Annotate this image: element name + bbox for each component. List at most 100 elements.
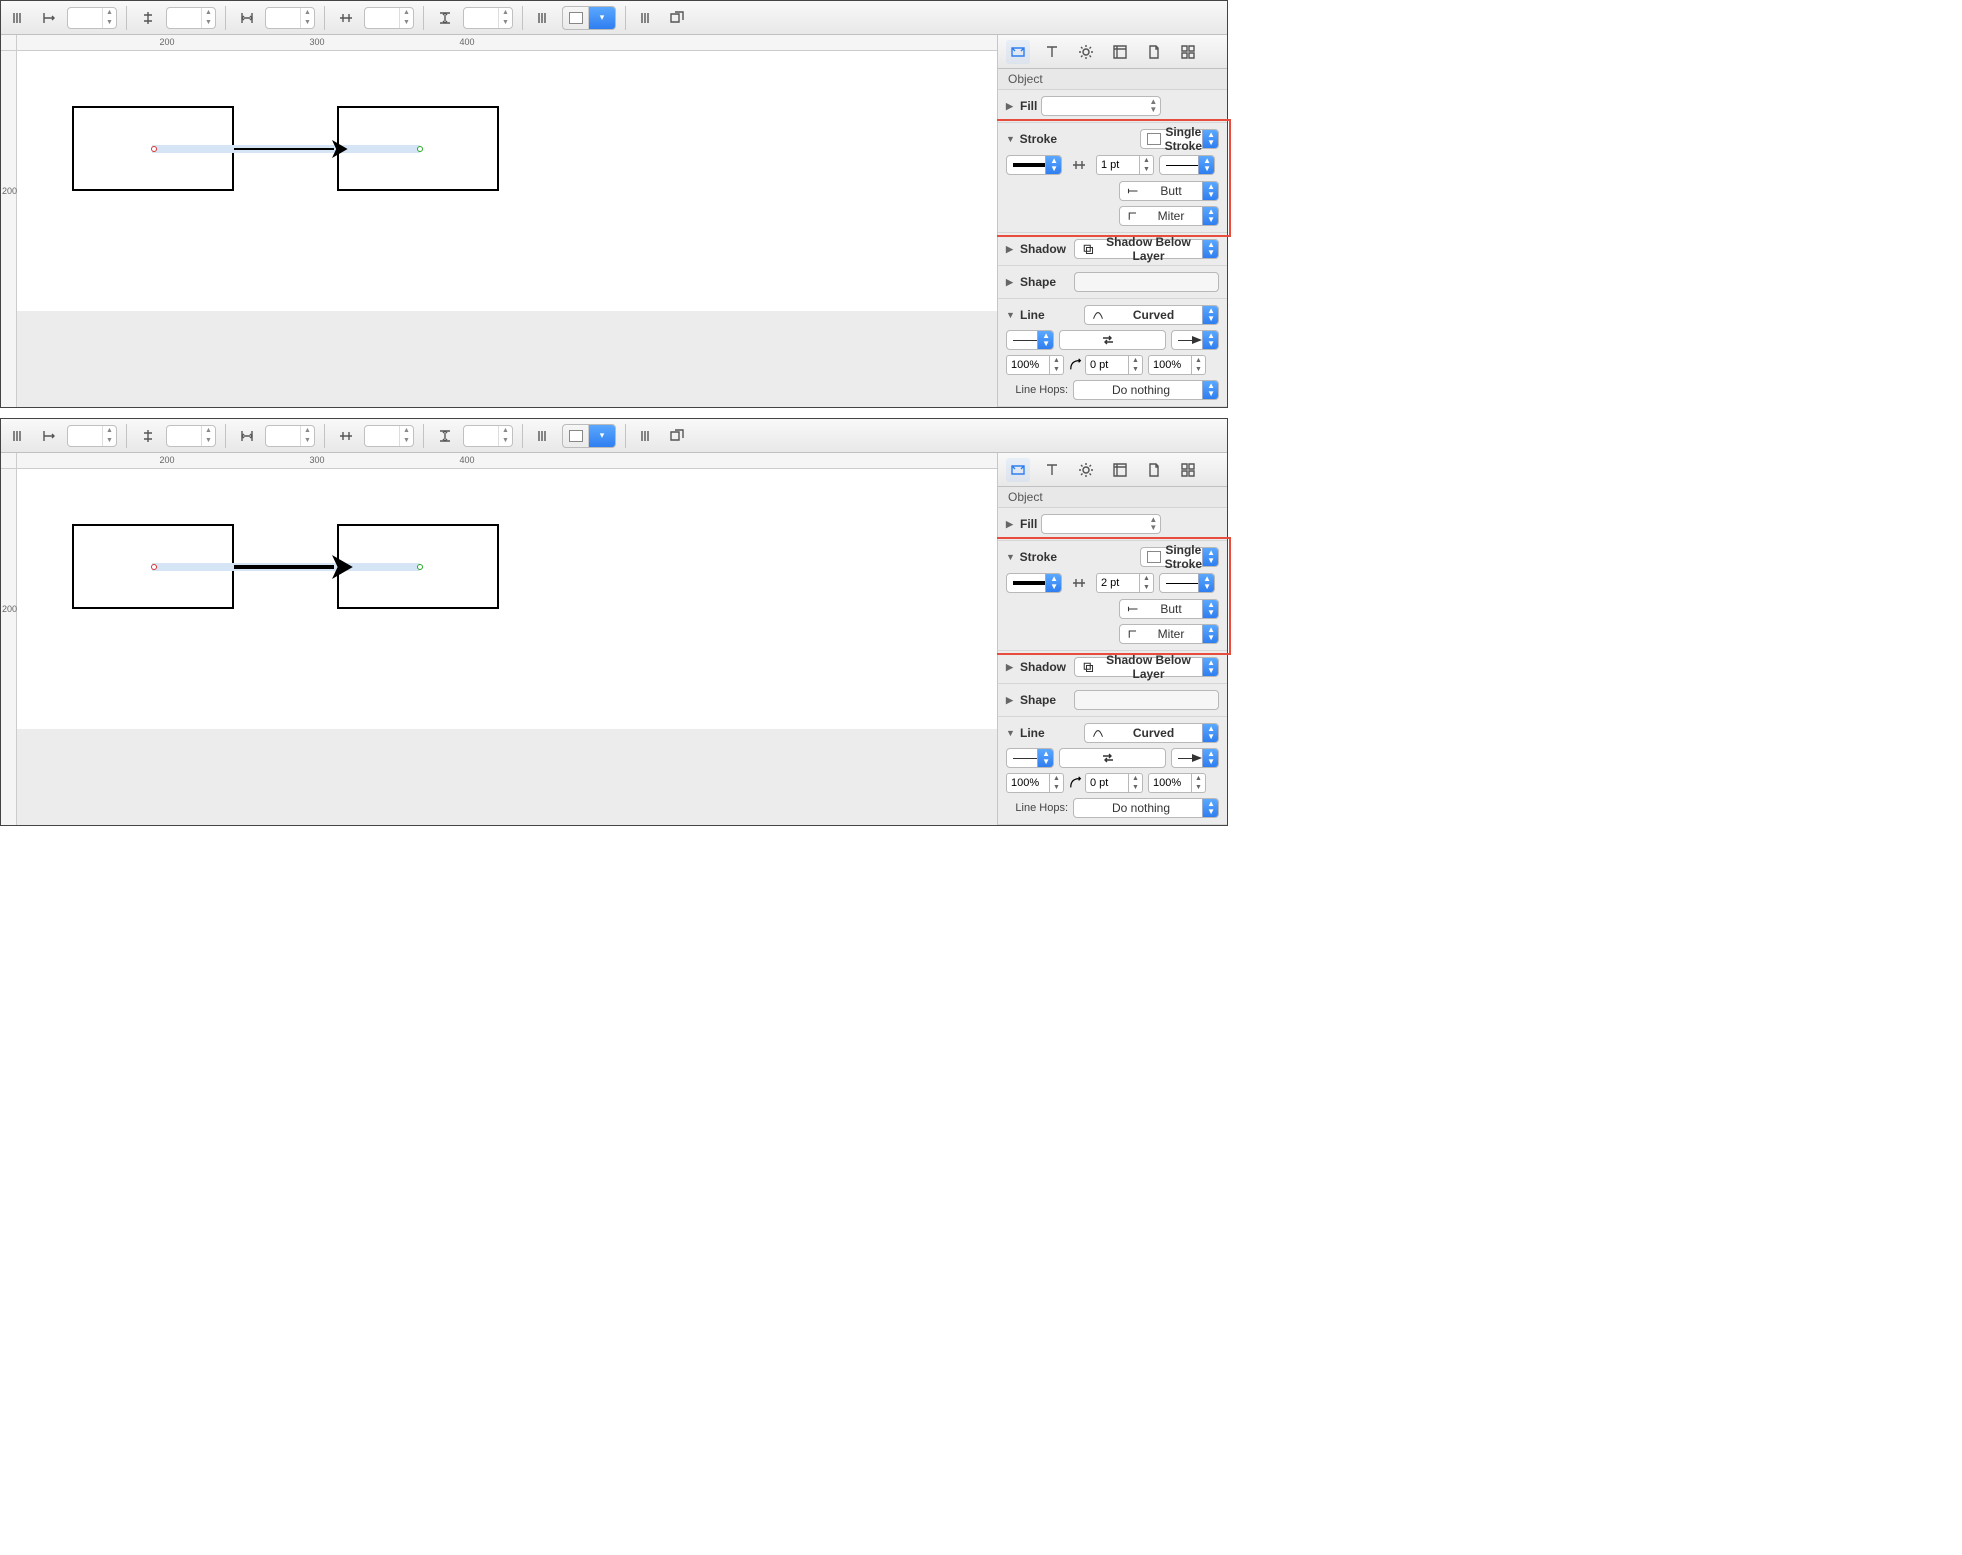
fill-popup[interactable]: ▲▼ bbox=[1041, 96, 1161, 116]
spacing-input[interactable]: ▲▼ bbox=[463, 425, 513, 447]
disclosure-triangle-icon[interactable]: ▼ bbox=[1006, 134, 1016, 144]
stroke-dash-popup[interactable]: ▲▼ bbox=[1159, 573, 1215, 593]
line-tail-scale-value[interactable] bbox=[1006, 773, 1050, 793]
line-head-scale-value[interactable] bbox=[1148, 355, 1192, 375]
stroke-join-popup[interactable]: Miter▲▼ bbox=[1119, 624, 1219, 644]
gear-tab[interactable] bbox=[1074, 458, 1098, 482]
line-head-handle[interactable] bbox=[417, 146, 423, 152]
line-head-scale[interactable]: ▲▼ bbox=[1148, 773, 1206, 793]
spacing-input[interactable]: ▲▼ bbox=[67, 7, 117, 29]
disclosure-triangle-icon[interactable]: ▶ bbox=[1006, 244, 1016, 255]
disclosure-triangle-icon[interactable]: ▼ bbox=[1006, 552, 1016, 562]
canvas[interactable] bbox=[17, 469, 997, 729]
spacing-input[interactable]: ▲▼ bbox=[166, 7, 216, 29]
spacing-input[interactable]: ▲▼ bbox=[364, 425, 414, 447]
shape-popup[interactable] bbox=[1074, 690, 1219, 710]
spacing-value[interactable] bbox=[266, 429, 300, 443]
disclosure-triangle-icon[interactable]: ▶ bbox=[1006, 277, 1016, 288]
spacing-value[interactable] bbox=[464, 429, 498, 443]
disclosure-triangle-icon[interactable]: ▼ bbox=[1006, 728, 1016, 738]
stroke-weight-input-value[interactable] bbox=[1096, 573, 1140, 593]
line-head-handle[interactable] bbox=[417, 564, 423, 570]
align-vcenter-button[interactable] bbox=[136, 425, 160, 447]
spacing-value[interactable] bbox=[68, 11, 102, 25]
line-head-popup[interactable]: ▲▼ bbox=[1171, 748, 1219, 768]
grip-button[interactable] bbox=[7, 7, 31, 29]
align-left-button[interactable] bbox=[37, 7, 61, 29]
stroke-swatch-cell[interactable]: ▾ bbox=[589, 7, 615, 29]
disclosure-triangle-icon[interactable]: ▼ bbox=[1006, 310, 1016, 320]
canvas-inspector-tab[interactable] bbox=[1108, 458, 1132, 482]
line-tail-scale[interactable]: ▲▼ bbox=[1006, 773, 1064, 793]
spacing-value[interactable] bbox=[365, 429, 399, 443]
distribute-h-button[interactable] bbox=[235, 7, 259, 29]
line-corner-radius[interactable]: ▲▼ bbox=[1085, 773, 1143, 793]
line-head-scale[interactable]: ▲▼ bbox=[1148, 355, 1206, 375]
spacing-input[interactable]: ▲▼ bbox=[166, 425, 216, 447]
spacing-value[interactable] bbox=[464, 11, 498, 25]
text-inspector-tab[interactable] bbox=[1040, 40, 1064, 64]
spacing-value[interactable] bbox=[167, 429, 201, 443]
group-button[interactable] bbox=[665, 425, 689, 447]
document-inspector-tab[interactable] bbox=[1142, 40, 1166, 64]
spacing-value[interactable] bbox=[365, 11, 399, 25]
gear-tab[interactable] bbox=[1074, 40, 1098, 64]
stroke-dash-popup[interactable]: ▲▼ bbox=[1159, 155, 1215, 175]
spacing-input[interactable]: ▲▼ bbox=[463, 7, 513, 29]
document-inspector-tab[interactable] bbox=[1142, 458, 1166, 482]
shadow-popup[interactable]: Shadow Below Layer▲▼ bbox=[1074, 657, 1219, 677]
grip-button[interactable] bbox=[7, 425, 31, 447]
line-swap-button[interactable] bbox=[1059, 330, 1166, 350]
stroke-weight-input[interactable]: ▲▼ bbox=[1096, 573, 1154, 593]
stroke-join-popup[interactable]: Miter▲▼ bbox=[1119, 206, 1219, 226]
line-tail-handle[interactable] bbox=[151, 564, 157, 570]
canvas[interactable] bbox=[17, 51, 997, 311]
stroke-color-popup[interactable]: ▲▼ bbox=[1006, 155, 1062, 175]
spacing-input[interactable]: ▲▼ bbox=[265, 425, 315, 447]
disclosure-triangle-icon[interactable]: ▶ bbox=[1006, 695, 1016, 706]
stroke-swatch-cell[interactable]: ▾ bbox=[589, 425, 615, 447]
stroke-weight-input-value[interactable] bbox=[1096, 155, 1140, 175]
fill-popup[interactable]: ▲▼ bbox=[1041, 514, 1161, 534]
align-left-button[interactable] bbox=[37, 425, 61, 447]
color-target-segmented[interactable]: ▾ bbox=[562, 424, 616, 448]
line-hops-popup[interactable]: Do nothing▲▼ bbox=[1073, 380, 1219, 400]
stroke-cap-popup[interactable]: Butt▲▼ bbox=[1119, 599, 1219, 619]
canvas-inspector-tab[interactable] bbox=[1108, 40, 1132, 64]
object-inspector-tab[interactable] bbox=[1006, 458, 1030, 482]
align-hcenter-button[interactable] bbox=[334, 425, 358, 447]
spacing-value[interactable] bbox=[167, 11, 201, 25]
disclosure-triangle-icon[interactable]: ▶ bbox=[1006, 101, 1016, 112]
line-head-scale-value[interactable] bbox=[1148, 773, 1192, 793]
spacing-value[interactable] bbox=[68, 429, 102, 443]
fill-swatch-cell[interactable] bbox=[563, 7, 589, 29]
line-tail-popup[interactable]: ▲▼ bbox=[1006, 330, 1054, 350]
object-inspector-tab[interactable] bbox=[1006, 40, 1030, 64]
connection-line[interactable] bbox=[234, 565, 334, 569]
line-head-popup[interactable]: ▲▼ bbox=[1171, 330, 1219, 350]
line-hops-popup[interactable]: Do nothing▲▼ bbox=[1073, 798, 1219, 818]
distribute-h-button[interactable] bbox=[235, 425, 259, 447]
fill-swatch-cell[interactable] bbox=[563, 425, 589, 447]
stroke-position-button[interactable] bbox=[1067, 572, 1091, 594]
stroke-weight-input[interactable]: ▲▼ bbox=[1096, 155, 1154, 175]
distribute-v-button[interactable] bbox=[433, 425, 457, 447]
line-tail-scale-value[interactable] bbox=[1006, 355, 1050, 375]
color-target-segmented[interactable]: ▾ bbox=[562, 6, 616, 30]
grid-inspector-tab[interactable] bbox=[1176, 458, 1200, 482]
line-corner-radius[interactable]: ▲▼ bbox=[1085, 355, 1143, 375]
stroke-position-button[interactable] bbox=[1067, 154, 1091, 176]
line-corner-radius-value[interactable] bbox=[1085, 773, 1129, 793]
stroke-type-popup[interactable]: Single Stroke▲▼ bbox=[1140, 129, 1219, 149]
line-swap-button[interactable] bbox=[1059, 748, 1166, 768]
line-tail-scale[interactable]: ▲▼ bbox=[1006, 355, 1064, 375]
line-tail-popup[interactable]: ▲▼ bbox=[1006, 748, 1054, 768]
line-tail-handle[interactable] bbox=[151, 146, 157, 152]
stroke-cap-popup[interactable]: Butt▲▼ bbox=[1119, 181, 1219, 201]
disclosure-triangle-icon[interactable]: ▶ bbox=[1006, 662, 1016, 673]
line-style-popup[interactable]: Curved▲▼ bbox=[1084, 305, 1219, 325]
align-vcenter-button[interactable] bbox=[136, 7, 160, 29]
connection-line[interactable] bbox=[234, 148, 334, 150]
align-hcenter-button[interactable] bbox=[334, 7, 358, 29]
line-corner-radius-value[interactable] bbox=[1085, 355, 1129, 375]
